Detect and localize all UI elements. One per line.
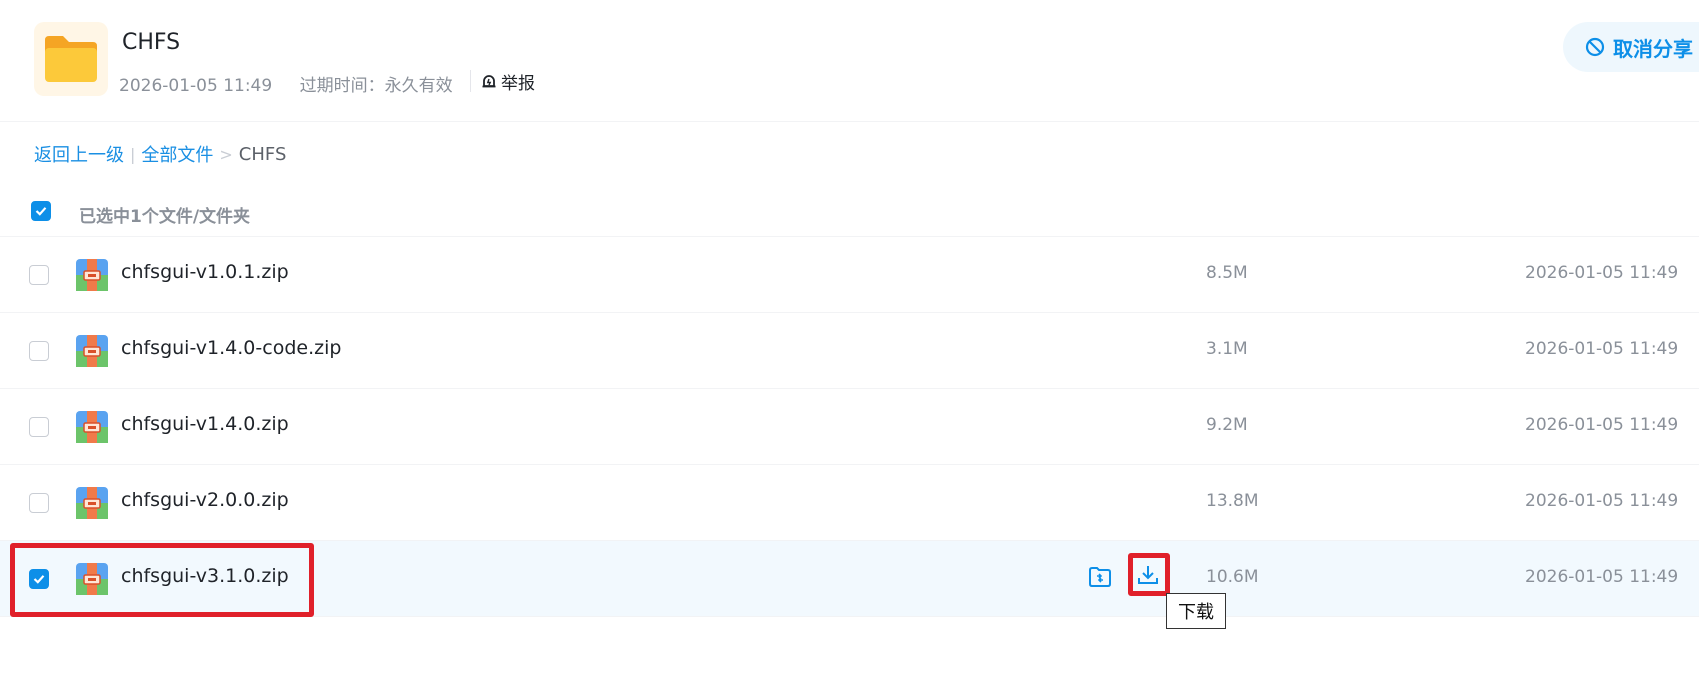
zip-file-icon <box>76 563 108 595</box>
file-name[interactable]: chfsgui-v1.4.0.zip <box>121 413 289 435</box>
select-all-checkbox[interactable] <box>31 201 51 221</box>
all-files-link[interactable]: 全部文件 <box>141 141 213 167</box>
breadcrumb: 返回上一级 | 全部文件 > CHFS <box>34 141 286 167</box>
row-checkbox[interactable] <box>29 417 49 437</box>
file-date: 2026-01-05 11:49 <box>1525 415 1679 435</box>
expire-text: 过期时间：永久有效 <box>299 76 453 96</box>
share-date: 2026-01-05 11:49 <box>119 76 273 96</box>
file-row[interactable]: chfsgui-v1.0.1.zip 8.5M 2026-01-05 11:49 <box>0 237 1699 313</box>
breadcrumb-divider: | <box>130 144 136 164</box>
folder-icon <box>34 22 108 96</box>
report-label: 举报 <box>501 73 535 94</box>
share-page: CHFS 2026-01-05 11:49 过期时间：永久有效 举报 取消分享 … <box>0 0 1699 681</box>
file-size: 8.5M <box>1206 263 1248 283</box>
file-row[interactable]: chfsgui-v3.1.0.zip 10.6M 2026-01-05 11:4… <box>0 541 1699 617</box>
file-name[interactable]: chfsgui-v3.1.0.zip <box>121 565 289 587</box>
check-icon <box>33 575 45 584</box>
download-tooltip: 下载 <box>1166 593 1226 629</box>
cancel-share-button[interactable]: 取消分享 <box>1563 22 1699 72</box>
cancel-share-label: 取消分享 <box>1613 36 1693 61</box>
zip-file-icon <box>76 487 108 519</box>
file-date: 2026-01-05 11:49 <box>1525 491 1679 511</box>
alarm-icon <box>482 75 496 88</box>
file-size: 3.1M <box>1206 339 1248 359</box>
download-icon[interactable] <box>1133 560 1163 590</box>
zip-file-icon <box>76 259 108 291</box>
breadcrumb-current: CHFS <box>238 143 287 165</box>
zip-file-icon <box>76 335 108 367</box>
save-to-drive-icon[interactable] <box>1085 562 1115 592</box>
check-icon <box>35 207 47 216</box>
share-header: CHFS 2026-01-05 11:49 过期时间：永久有效 举报 取消分享 <box>0 0 1699 122</box>
file-row[interactable]: chfsgui-v1.4.0.zip 9.2M 2026-01-05 11:49 <box>0 389 1699 465</box>
file-size: 9.2M <box>1206 415 1248 435</box>
row-checkbox[interactable] <box>29 493 49 513</box>
file-name[interactable]: chfsgui-v1.0.1.zip <box>121 261 289 283</box>
file-row[interactable]: chfsgui-v2.0.0.zip 13.8M 2026-01-05 11:4… <box>0 465 1699 541</box>
file-date: 2026-01-05 11:49 <box>1525 263 1679 283</box>
file-size: 13.8M <box>1206 491 1259 511</box>
share-meta: 2026-01-05 11:49 过期时间：永久有效 <box>119 71 475 96</box>
zip-file-icon <box>76 411 108 443</box>
file-row[interactable]: chfsgui-v1.4.0-code.zip 3.1M 2026-01-05 … <box>0 313 1699 389</box>
selection-bar: 已选中1个文件/文件夹 <box>0 190 1699 237</box>
file-date: 2026-01-05 11:49 <box>1525 567 1679 587</box>
row-checkbox[interactable] <box>29 569 49 589</box>
file-size: 10.6M <box>1206 567 1259 587</box>
share-title: CHFS <box>122 30 181 55</box>
file-name[interactable]: chfsgui-v2.0.0.zip <box>121 489 289 511</box>
ban-icon <box>1585 37 1605 57</box>
row-checkbox[interactable] <box>29 341 49 361</box>
selection-count: 已选中1个文件/文件夹 <box>79 207 251 227</box>
file-name[interactable]: chfsgui-v1.4.0-code.zip <box>121 337 341 359</box>
file-date: 2026-01-05 11:49 <box>1525 339 1679 359</box>
back-link[interactable]: 返回上一级 <box>34 141 124 167</box>
report-link[interactable]: 举报 <box>470 70 535 94</box>
breadcrumb-separator: > <box>219 144 233 164</box>
row-checkbox[interactable] <box>29 265 49 285</box>
